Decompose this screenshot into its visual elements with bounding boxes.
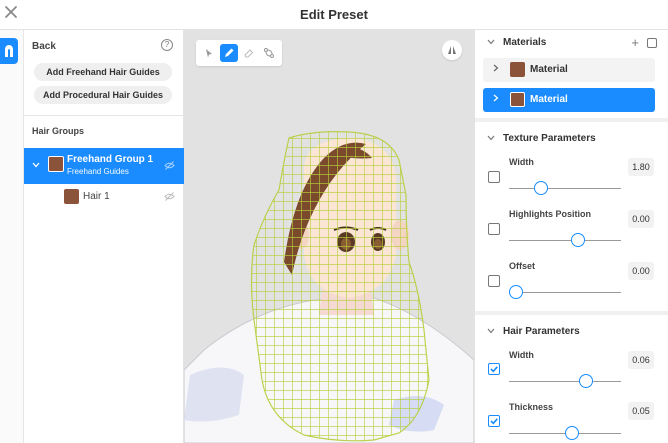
freehand-draw-tool-icon[interactable] [220,44,238,62]
visibility-hidden-icon[interactable] [164,192,175,204]
hair-color-swatch[interactable] [64,189,79,204]
highlights-position-label: Highlights Position [509,209,591,219]
texture-width-value[interactable]: 1.80 [628,158,654,176]
avatar-model [184,131,474,443]
offset-label: Offset [509,261,536,271]
divider [475,118,668,122]
duplicate-material-icon[interactable] [647,38,657,48]
chevron-down-icon[interactable] [32,160,40,170]
add-material-icon[interactable]: + [631,35,639,50]
left-rail [0,30,24,443]
hair-width-slider-thumb[interactable] [579,374,593,388]
texture-width-checkbox[interactable] [488,171,500,183]
chevron-down-icon[interactable] [487,133,495,143]
title-bar: Edit Preset [0,0,668,30]
hair-parameters-header[interactable]: Hair Parameters [475,322,668,344]
visibility-hidden-icon[interactable] [164,161,175,173]
add-procedural-hair-guides-button[interactable]: Add Procedural Hair Guides [34,86,172,104]
hair-parameters-title: Hair Parameters [503,326,580,337]
window-title: Edit Preset [300,7,368,22]
hair-item[interactable]: Hair 1 [24,186,184,208]
hair-item-name: Hair 1 [83,191,110,202]
chevron-down-icon[interactable] [487,37,495,47]
materials-title: Materials [503,37,547,48]
hair-color-swatch[interactable] [48,156,64,172]
material-name: Material [530,94,568,105]
properties-panel: Materials + Material Material Texture Pa… [474,30,668,443]
viewport-toolbar [196,40,282,66]
add-freehand-hair-guides-button[interactable]: Add Freehand Hair Guides [34,63,172,81]
texture-width-label: Width [509,157,534,167]
mirror-icon[interactable] [442,40,462,60]
hair-width-label: Width [509,350,534,360]
material-name: Material [530,64,568,75]
divider [475,311,668,315]
offset-checkbox[interactable] [488,275,500,287]
3d-viewport[interactable] [184,30,474,443]
thickness-label: Thickness [509,402,554,412]
chevron-right-icon[interactable] [493,94,499,104]
hair-group-type: Freehand Guides [67,167,129,176]
offset-slider-thumb[interactable] [509,285,523,299]
highlights-position-value[interactable]: 0.00 [628,210,654,228]
materials-section-header[interactable]: Materials + [475,33,668,55]
hair-guides-panel: Back ? Add Freehand Hair Guides Add Proc… [24,30,184,443]
material-item-selected[interactable]: Material [483,88,655,112]
hair-width-checkbox[interactable] [488,363,500,375]
texture-parameters-header[interactable]: Texture Parameters [475,129,668,151]
hair-tool-icon[interactable] [0,38,18,64]
hair-groups-heading: Hair Groups [32,126,85,136]
texture-width-slider-thumb[interactable] [534,181,548,195]
highlights-position-slider[interactable] [509,240,621,241]
eraser-tool-icon[interactable] [240,44,258,62]
path-tool-icon[interactable] [260,44,278,62]
texture-width-slider[interactable] [509,188,621,189]
chevron-down-icon[interactable] [487,326,495,336]
hair-width-value[interactable]: 0.06 [628,351,654,369]
chevron-right-icon[interactable] [493,64,499,74]
back-button[interactable]: Back [32,41,56,52]
material-color-swatch[interactable] [510,92,525,107]
highlights-position-slider-thumb[interactable] [571,233,585,247]
highlights-position-checkbox[interactable] [488,223,500,235]
thickness-value[interactable]: 0.05 [628,402,654,420]
thickness-checkbox[interactable] [488,415,500,427]
hair-group-item[interactable]: Freehand Group 1 Freehand Guides [24,148,184,184]
material-item[interactable]: Material [483,58,655,82]
texture-parameters-title: Texture Parameters [503,133,596,144]
select-tool-icon[interactable] [200,44,218,62]
offset-value[interactable]: 0.00 [628,262,654,280]
hair-width-slider[interactable] [509,381,621,382]
material-color-swatch[interactable] [510,62,525,77]
thickness-slider-thumb[interactable] [565,426,579,440]
hair-group-name: Freehand Group 1 [67,154,154,165]
help-icon[interactable]: ? [161,39,173,51]
divider [24,115,184,116]
offset-slider[interactable] [509,292,621,293]
